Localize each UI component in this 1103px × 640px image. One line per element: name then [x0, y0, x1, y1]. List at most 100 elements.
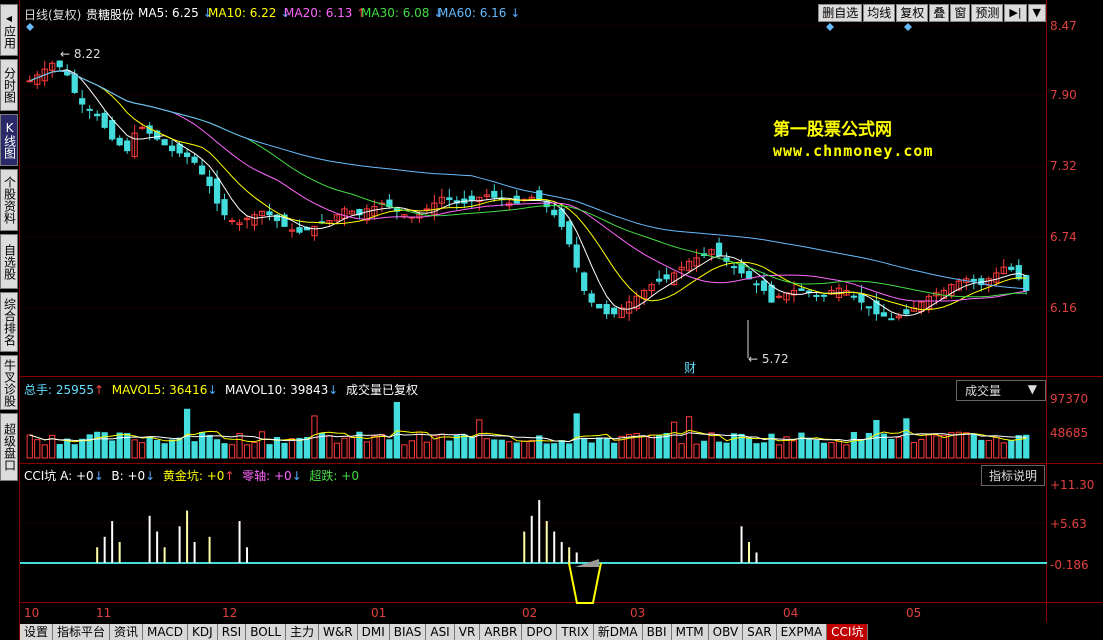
candle-body: [79, 98, 86, 105]
volume-bar: [843, 444, 850, 459]
volume-bar: [363, 441, 371, 459]
bottom-tab-21[interactable]: EXPMA: [776, 624, 828, 640]
volume-bar: [993, 436, 1000, 459]
bottom-tab-11[interactable]: ASI: [426, 624, 455, 640]
candle-body: [858, 293, 865, 303]
bottom-tab-1[interactable]: 指标平台: [53, 624, 111, 640]
bottom-tab-18[interactable]: MTM: [671, 624, 709, 640]
candle-body: [446, 197, 453, 201]
candle-body: [116, 137, 123, 146]
bottom-tab-12[interactable]: VR: [454, 624, 481, 640]
indicator-help-button[interactable]: 指标说明: [981, 465, 1046, 486]
indicator-tabs: 设置 指标平台 资讯 MACD KDJ RSI BOLL 主力 W&R DMI BIAS ASI VR A…: [20, 624, 869, 640]
volume-bar: [183, 408, 191, 459]
kline-chart[interactable]: ← 8.22 ← 5.72 财: [20, 0, 1047, 622]
volume-bar: [745, 437, 753, 459]
indicator-axis-label: +5.63: [1050, 517, 1087, 531]
left-nav: ◀ 应用分时图 K线图个股资料自选股综合排名牛叉诊股超级盘口: [0, 0, 20, 640]
candle-body: [213, 178, 221, 204]
candle-body: [296, 227, 303, 233]
volume-bar: [371, 435, 378, 459]
bottom-tab-17[interactable]: BBI: [642, 624, 672, 640]
price-axis-label: 8.47: [1050, 19, 1077, 33]
candle-body: [468, 195, 475, 202]
volume-bar: [251, 442, 258, 459]
date-label: 10: [24, 606, 40, 620]
candle-body: [124, 140, 131, 152]
bottom-tab-8[interactable]: W&R: [319, 624, 358, 640]
bottom-tab-3[interactable]: MACD: [143, 624, 189, 640]
left-tab-4[interactable]: 自选股: [0, 234, 18, 289]
date-label: 11: [96, 606, 112, 620]
indicator-header: CCI坑 A: +0↓ B: +0↓ 黄金坑: +0↑ 零轴: +0↓ 超跌: …: [24, 469, 359, 483]
volume-bar: [416, 431, 423, 459]
volume-bar: [41, 444, 48, 459]
left-tab-7[interactable]: 超级盘口: [0, 413, 18, 481]
candle-body: [588, 293, 595, 303]
volume-bar: [603, 438, 610, 459]
volume-bar: [228, 444, 236, 459]
bottom-tab-20[interactable]: SAR: [743, 624, 777, 640]
indicator-axis-label: +11.30: [1050, 478, 1095, 492]
volume-bar: [775, 444, 783, 459]
volume-bar: [139, 442, 146, 459]
candle-body: [888, 318, 895, 321]
volume-bar: [56, 444, 63, 459]
volume-bar: [753, 443, 760, 459]
volume-selector[interactable]: 成交量 ▼: [956, 380, 1046, 401]
volume-bar: [708, 432, 715, 459]
volume-bar: [655, 434, 663, 459]
bottom-tab-4[interactable]: KDJ: [188, 624, 218, 640]
bottom-tab-2[interactable]: 资讯: [110, 624, 144, 640]
candle-body: [655, 278, 663, 282]
bottom-tab-22[interactable]: CCI坑: [827, 624, 869, 640]
price-axis-label: 6.74: [1050, 230, 1077, 244]
bottom-tab-15[interactable]: TRIX: [557, 624, 594, 640]
bottom-tab-14[interactable]: DPO: [522, 624, 558, 640]
bottom-tab-16[interactable]: 新DMA: [593, 624, 643, 640]
left-tab-2[interactable]: K线图: [0, 114, 18, 166]
volume-bar: [498, 439, 505, 459]
volume-bar: [326, 435, 333, 459]
volume-bar: [288, 438, 296, 459]
left-tab-label: 综合排名: [2, 298, 17, 346]
high-price-annotation: ← 8.22: [60, 47, 101, 61]
left-tab-3[interactable]: 个股资料: [0, 169, 18, 231]
volume-bar: [805, 437, 813, 459]
bottom-tab-19[interactable]: OBV: [708, 624, 744, 640]
bottom-tab-5[interactable]: RSI: [217, 624, 247, 640]
bottom-tab-0[interactable]: 设置: [20, 624, 54, 640]
left-tab-5[interactable]: 综合排名: [0, 292, 18, 352]
volume-axis-label: 48685: [1050, 426, 1089, 440]
candle-body: [183, 152, 191, 157]
left-tab-1[interactable]: 分时图: [0, 59, 18, 111]
volume-bar: [71, 444, 78, 459]
left-tab-0[interactable]: ◀ 应用: [0, 4, 18, 56]
candle-body: [753, 283, 760, 286]
candle-body: [228, 220, 236, 223]
candle-body: [1008, 266, 1015, 270]
bottom-tab-13[interactable]: ARBR: [480, 624, 523, 640]
bottom-tab-6[interactable]: BOLL: [246, 624, 287, 640]
event-diamond-icon: [26, 23, 34, 31]
volume-bar: [393, 401, 401, 459]
volume-bar: [895, 436, 903, 459]
bottom-tab-10[interactable]: BIAS: [389, 624, 427, 640]
left-tab-6[interactable]: 牛叉诊股: [0, 355, 18, 410]
candle-body: [581, 272, 588, 291]
left-tab-label: 超级盘口: [2, 423, 17, 471]
volume-bar: [670, 421, 678, 459]
candle-body: [139, 126, 146, 129]
volume-bar: [693, 443, 700, 459]
volume-bar: [678, 443, 685, 459]
bottom-tab-7[interactable]: 主力: [286, 624, 320, 640]
watermark-url: www.chnmoney.com: [773, 142, 934, 160]
volume-bar: [723, 442, 730, 459]
volume-bar: [940, 434, 947, 459]
volume-bar: [648, 434, 655, 459]
candle-body: [491, 190, 498, 198]
volume-header: 总手: 25955↑ MAVOL5: 36416↓ MAVOL10: 39843…: [24, 383, 418, 397]
event-diamond-icon: [826, 23, 834, 31]
bottom-tab-9[interactable]: DMI: [357, 624, 390, 640]
candle-body: [551, 209, 558, 216]
